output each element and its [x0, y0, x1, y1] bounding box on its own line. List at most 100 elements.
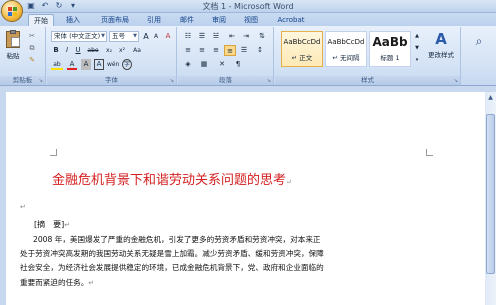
abstract-text: [摘 要]	[34, 220, 65, 229]
paragraph-launcher-icon[interactable]: ↘	[267, 78, 271, 84]
find-button[interactable]: ⌕	[466, 31, 492, 61]
char-border-button[interactable]: A	[94, 59, 104, 70]
borders-icon[interactable]: ▦	[198, 59, 210, 70]
tab-review[interactable]: 审阅	[208, 14, 230, 26]
paragraph-mark: ↵	[88, 279, 95, 287]
format-painter-icon[interactable]: ✎	[26, 55, 38, 66]
body-line[interactable]: 2008 年，美国爆发了严重的金融危机，引发了更多的劳资矛盾和劳资冲突，对本来正	[33, 234, 321, 245]
char-shading-button[interactable]: A	[81, 59, 91, 70]
bullets-icon[interactable]: ☷	[182, 31, 194, 42]
style-sample: AaBbCcDd	[283, 38, 321, 46]
paragraph-mark: ↵	[64, 221, 71, 229]
paste-label: 粘贴	[6, 52, 20, 60]
body-line[interactable]: 处于劳资冲突高发期的我国劳动关系无疑是雪上加霜。减少劳资矛盾、缓和劳资冲突，保障	[20, 248, 324, 259]
font-size-combo[interactable]: 五号 ▼	[109, 31, 139, 42]
highlight-button[interactable]: ab	[51, 59, 63, 70]
body-line[interactable]: 社会安全，为经济社会发展提供稳定的环境，已成金融危机背景下，党、政府和企业面临的	[20, 262, 324, 273]
shading-icon[interactable]: ◈	[182, 59, 194, 70]
paste-button[interactable]: 粘贴	[2, 29, 24, 67]
corner-mark	[50, 149, 57, 156]
binoculars-icon: ⌕	[475, 34, 483, 48]
document-page[interactable]	[6, 92, 485, 305]
italic-button[interactable]: I	[62, 45, 72, 56]
tab-references[interactable]: 引用	[143, 14, 165, 26]
tab-acrobat[interactable]: Acrobat	[274, 14, 308, 26]
scroll-up-icon[interactable]: ▲	[486, 93, 495, 102]
copy-icon[interactable]: ⧉	[26, 43, 38, 54]
increase-indent-icon[interactable]: ⇥	[240, 31, 252, 42]
office-button[interactable]	[1, 0, 23, 22]
cut-icon[interactable]: ✂	[26, 31, 38, 42]
change-styles-label: 更改样式	[428, 51, 454, 59]
enclose-char-button[interactable]: 字	[122, 59, 132, 70]
editing-group: ⌕	[462, 27, 496, 85]
show-marks-icon[interactable]: ¶	[232, 59, 244, 70]
clipboard-launcher-icon[interactable]: ↘	[39, 78, 43, 84]
font-color-button[interactable]: A	[67, 59, 77, 70]
tab-page-layout[interactable]: 页面布局	[96, 14, 134, 26]
bold-button[interactable]: B	[51, 45, 61, 56]
tab-mailings[interactable]: 邮件	[176, 14, 198, 26]
empty-paragraph-mark: ↵	[20, 203, 26, 211]
multilevel-list-icon[interactable]: ☱	[210, 31, 222, 42]
ribbon: 粘贴 ✂ ⧉ ✎ 剪贴板 ↘ 宋体 (中文正文) ▼ 五号 ▼ A A A B I …	[0, 26, 496, 86]
styles-scroll-down-icon[interactable]: ▼	[413, 43, 421, 55]
clipboard-group: 粘贴 ✂ ⧉ ✎ 剪贴板 ↘	[0, 27, 46, 85]
style-sample: AaBbCcDd	[327, 38, 365, 46]
corner-mark	[426, 149, 433, 156]
distributed-icon[interactable]: ☰	[238, 45, 250, 56]
shrink-font-button[interactable]: A	[151, 31, 161, 42]
scrollbar-thumb[interactable]	[486, 114, 495, 274]
chevron-down-icon: ▼	[133, 33, 137, 39]
clear-format-button[interactable]: A	[162, 31, 174, 42]
decrease-indent-icon[interactable]: ⇤	[226, 31, 238, 42]
tab-view[interactable]: 视图	[240, 14, 262, 26]
body-line[interactable]: 重要而紧迫的任务。↵	[20, 277, 94, 288]
vertical-scrollbar[interactable]: ▲	[485, 92, 496, 305]
phonetic-guide-button[interactable]: wén	[107, 59, 119, 70]
change-case-button[interactable]: Aa	[130, 45, 144, 56]
style-sample: AaBb	[372, 35, 408, 49]
styles-group: AaBbCcDd ↵ 正文 AaBbCcDd ↵ 无间隔 AaBb 标题 1 ▲…	[275, 27, 461, 85]
document-title[interactable]: 金融危机背景下和谐劳动关系问题的思考↵	[52, 169, 292, 188]
underline-button[interactable]: U	[73, 45, 83, 56]
grow-font-button[interactable]: A	[141, 31, 151, 42]
change-styles-icon: A	[435, 30, 447, 48]
justify-icon[interactable]: ≡	[224, 45, 236, 56]
chinese-layout-icon[interactable]: ✕	[216, 59, 228, 70]
align-left-icon[interactable]: ≡	[182, 45, 194, 56]
ribbon-tabs: 开始 插入 页面布局 引用 邮件 审阅 视图 Acrobat	[0, 13, 496, 26]
style-heading-1[interactable]: AaBb 标题 1	[369, 31, 411, 67]
font-launcher-icon[interactable]: ↘	[170, 78, 174, 84]
style-name: ↵ 正文	[291, 54, 313, 62]
font-size-value: 五号	[112, 32, 125, 40]
superscript-button[interactable]: x²	[116, 45, 128, 56]
title-text: 金融危机背景下和谐劳动关系问题的思考	[52, 173, 287, 188]
strikethrough-button[interactable]: abe	[85, 45, 101, 56]
styles-scroll-up-icon[interactable]: ▲	[413, 31, 421, 43]
font-group: 宋体 (中文正文) ▼ 五号 ▼ A A A B I U abe x₂ x² Aa …	[47, 27, 177, 85]
styles-launcher-icon[interactable]: ↘	[454, 78, 458, 84]
tab-home[interactable]: 开始	[28, 14, 54, 26]
style-name: ↵ 无间隔	[332, 54, 360, 62]
font-name-combo[interactable]: 宋体 (中文正文) ▼	[51, 31, 107, 42]
tab-insert[interactable]: 插入	[62, 14, 84, 26]
abstract-label[interactable]: [摘 要]↵	[34, 219, 70, 230]
align-right-icon[interactable]: ≡	[210, 45, 222, 56]
subscript-button[interactable]: x₂	[103, 45, 115, 56]
chevron-down-icon: ▼	[101, 33, 105, 39]
change-styles-button[interactable]: A 更改样式	[423, 29, 459, 67]
style-normal[interactable]: AaBbCcDd ↵ 正文	[281, 31, 323, 67]
paste-icon	[6, 30, 20, 48]
paragraph-mark: ↵	[286, 178, 292, 186]
styles-more-icon[interactable]: ▾	[413, 55, 421, 67]
styles-label: 样式	[275, 76, 460, 85]
align-center-icon[interactable]: ≡	[196, 45, 208, 56]
style-no-spacing[interactable]: AaBbCcDd ↵ 无间隔	[325, 31, 367, 67]
sort-icon[interactable]: ⇅	[256, 31, 268, 42]
line-spacing-icon[interactable]: ↕	[254, 45, 266, 56]
numbering-icon[interactable]: ☰	[196, 31, 208, 42]
title-bar: ▣ ↶ ↻ ▾ 文档 1 - Microsoft Word	[0, 0, 496, 13]
paragraph-label: 段落	[178, 76, 273, 85]
font-name-value: 宋体 (中文正文)	[54, 32, 101, 40]
